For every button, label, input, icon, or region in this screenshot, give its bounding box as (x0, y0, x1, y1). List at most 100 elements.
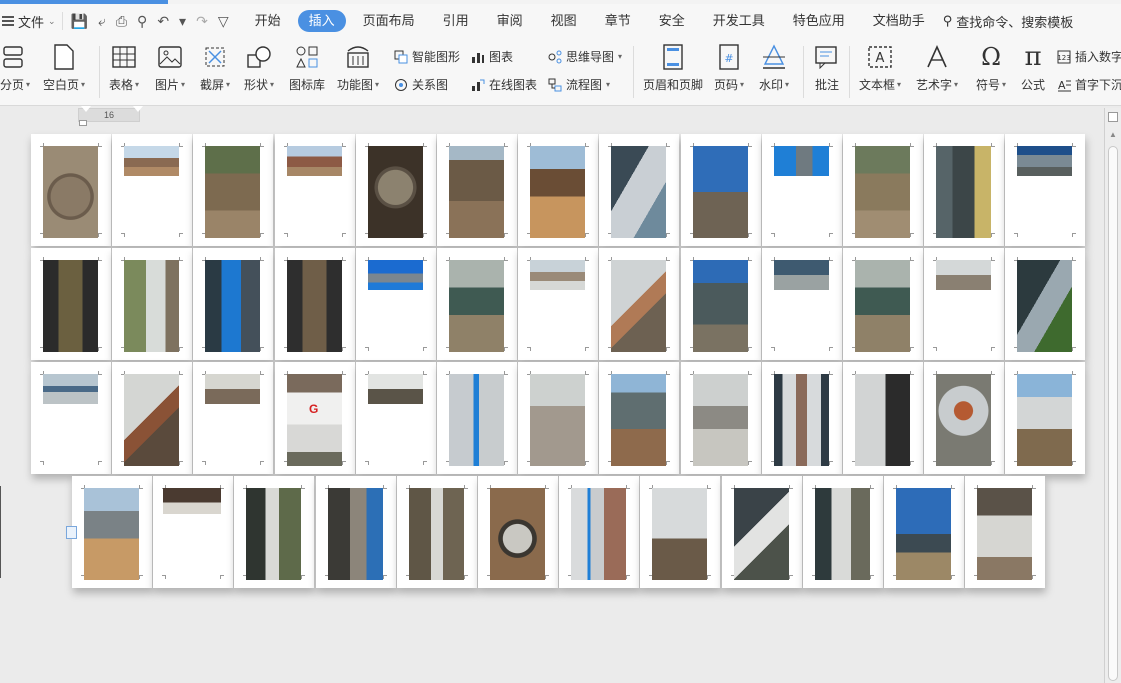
document-page-thumbnail[interactable] (72, 476, 152, 588)
mind-map-button[interactable]: 思维导图 ▾ (547, 48, 622, 65)
print-icon[interactable]: ⎙ (116, 14, 127, 28)
print-preview-icon[interactable]: ⚲ (137, 14, 147, 28)
insert-number-button[interactable]: 123 插入数字 (1056, 48, 1121, 65)
inserted-photo[interactable] (611, 374, 666, 466)
tab-3[interactable]: 引用 (429, 10, 483, 32)
symbol-button[interactable]: Ω 符号 ▾ (976, 43, 1006, 93)
document-page-thumbnail[interactable] (599, 362, 679, 474)
document-page-thumbnail[interactable] (437, 134, 517, 246)
inserted-photo[interactable] (1017, 146, 1072, 176)
inserted-photo[interactable] (611, 260, 666, 352)
document-page-thumbnail[interactable] (193, 134, 273, 246)
document-page-thumbnail[interactable] (599, 248, 679, 360)
document-page-thumbnail[interactable] (681, 134, 761, 246)
document-page-thumbnail[interactable] (1005, 248, 1085, 360)
document-page-thumbnail[interactable] (924, 248, 1004, 360)
inserted-photo[interactable] (855, 146, 910, 238)
inserted-photo[interactable] (124, 146, 179, 176)
document-page-thumbnail[interactable] (112, 134, 192, 246)
document-canvas[interactable] (0, 122, 1104, 683)
ruler-left-indent-marker[interactable] (79, 120, 87, 126)
icon-library-button[interactable]: 图标库 (289, 44, 325, 93)
document-page-thumbnail[interactable] (193, 248, 273, 360)
shapes-button[interactable]: 形状 ▾ (244, 44, 274, 93)
document-page-thumbnail[interactable] (803, 476, 883, 588)
inserted-photo[interactable] (43, 374, 98, 404)
screenshot-button[interactable]: 截屏 ▾ (200, 44, 230, 93)
document-page-thumbnail[interactable] (437, 362, 517, 474)
inserted-photo[interactable] (449, 146, 504, 238)
inserted-photo[interactable] (43, 146, 98, 238)
document-page-thumbnail[interactable] (762, 248, 842, 360)
inserted-photo[interactable] (287, 374, 342, 466)
inserted-photo[interactable] (368, 260, 423, 290)
document-page-thumbnail[interactable] (518, 362, 598, 474)
inserted-photo[interactable] (896, 488, 951, 580)
document-page-thumbnail[interactable] (275, 248, 355, 360)
vertical-scrollbar[interactable]: ▲ (1104, 108, 1121, 683)
inserted-photo[interactable] (936, 146, 991, 238)
document-page-thumbnail[interactable] (640, 476, 720, 588)
document-page-thumbnail[interactable] (478, 476, 558, 588)
text-box-button[interactable]: A 文本框 ▾ (859, 44, 901, 93)
inserted-photo[interactable] (368, 146, 423, 238)
document-page-thumbnail[interactable] (924, 362, 1004, 474)
document-page-thumbnail[interactable] (31, 248, 111, 360)
inserted-photo[interactable] (205, 374, 260, 404)
document-page-thumbnail[interactable] (762, 134, 842, 246)
document-page-thumbnail[interactable] (193, 362, 273, 474)
tab-4[interactable]: 审阅 (483, 10, 537, 32)
function-chart-button[interactable]: 功能图 ▾ (337, 44, 379, 93)
inserted-photo[interactable] (774, 260, 829, 290)
tab-9[interactable]: 特色应用 (779, 10, 859, 32)
redo-icon[interactable]: ↷ (196, 14, 208, 28)
ruler-indent-marker[interactable] (81, 106, 91, 112)
inserted-photo[interactable] (43, 260, 98, 352)
inserted-photo[interactable] (368, 374, 423, 404)
smart-shape-button[interactable]: 智能图形 (393, 48, 460, 65)
inserted-photo[interactable] (815, 488, 870, 580)
relation-chart-button[interactable]: 关系图 (393, 76, 448, 93)
customize-toolbar-icon[interactable]: ▽ (218, 14, 229, 28)
inserted-photo[interactable] (936, 374, 991, 466)
inserted-photo[interactable] (693, 146, 748, 238)
inserted-photo[interactable] (124, 374, 179, 466)
document-page-thumbnail[interactable] (1005, 362, 1085, 474)
inserted-photo[interactable] (449, 260, 504, 352)
inserted-photo[interactable] (774, 374, 829, 466)
inserted-photo[interactable] (328, 488, 383, 580)
page-number-button[interactable]: # 页码 ▾ (714, 44, 744, 93)
scrollbar-thumb[interactable] (1108, 146, 1118, 681)
document-page-thumbnail[interactable] (681, 248, 761, 360)
undo-icon[interactable]: ↶ (157, 14, 169, 28)
document-page-thumbnail[interactable] (31, 362, 111, 474)
inserted-photo[interactable] (977, 488, 1032, 580)
scroll-up-icon[interactable]: ▲ (1109, 130, 1117, 139)
inserted-photo[interactable] (855, 260, 910, 352)
tab-8[interactable]: 开发工具 (699, 10, 779, 32)
document-page-thumbnail[interactable] (843, 134, 923, 246)
document-page-thumbnail[interactable] (112, 248, 192, 360)
document-page-thumbnail[interactable] (356, 134, 436, 246)
document-page-thumbnail[interactable] (762, 362, 842, 474)
inserted-photo[interactable] (205, 260, 260, 352)
inserted-photo[interactable] (571, 488, 626, 580)
document-page-thumbnail[interactable] (965, 476, 1045, 588)
inserted-photo[interactable] (693, 260, 748, 352)
document-page-thumbnail[interactable] (884, 476, 964, 588)
inserted-photo[interactable] (287, 260, 342, 352)
blank-page-button[interactable]: 空白页 ▾ (43, 44, 85, 93)
tab-0[interactable]: 开始 (241, 10, 295, 32)
document-page-thumbnail[interactable] (356, 248, 436, 360)
format-painter-icon[interactable]: ⤶ (98, 14, 106, 28)
inserted-photo[interactable] (652, 488, 707, 580)
document-page-thumbnail[interactable] (599, 134, 679, 246)
inserted-photo[interactable] (124, 260, 179, 352)
online-chart-button[interactable]: 在线图表 (470, 76, 537, 93)
tab-6[interactable]: 章节 (591, 10, 645, 32)
document-page-thumbnail[interactable] (518, 134, 598, 246)
inserted-photo[interactable] (449, 374, 504, 466)
inserted-photo[interactable] (936, 260, 991, 290)
watermark-button[interactable]: 水印 ▾ (759, 44, 789, 93)
inserted-photo[interactable] (246, 488, 301, 580)
